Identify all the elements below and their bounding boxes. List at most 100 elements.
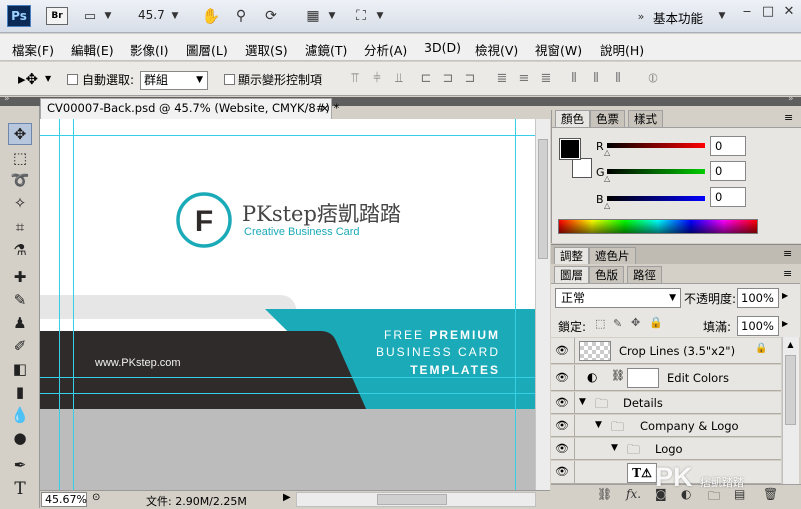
- red-value-field[interactable]: 0: [710, 136, 746, 156]
- lock-image-icon[interactable]: ✎: [613, 317, 622, 330]
- visibility-eye-icon[interactable]: 👁: [555, 396, 569, 409]
- chevron-down-icon[interactable]: ▼: [373, 6, 387, 26]
- menu-3d[interactable]: 3D(D): [424, 40, 461, 55]
- type-tool-icon[interactable]: T: [8, 478, 32, 500]
- brush-tool-icon[interactable]: ✎: [8, 289, 32, 311]
- history-brush-tool-icon[interactable]: ✐: [8, 335, 32, 357]
- opacity-field[interactable]: 100%: [737, 288, 779, 308]
- link-layers-icon[interactable]: ⛓: [597, 487, 612, 501]
- tab-swatches[interactable]: 色票: [590, 110, 625, 127]
- slider-handle-icon[interactable]: △: [604, 174, 610, 183]
- blend-mode-dropdown[interactable]: 正常 ▼: [555, 288, 681, 308]
- distribute-vcenter-icon[interactable]: ≡: [516, 72, 532, 86]
- magic-wand-tool-icon[interactable]: ✧: [8, 192, 32, 214]
- visibility-eye-icon[interactable]: 👁: [555, 465, 569, 478]
- layer-row[interactable]: 👁 ◐ ⛓ Edit Colors: [551, 365, 781, 391]
- visibility-eye-icon[interactable]: 👁: [555, 442, 569, 455]
- slider-handle-icon[interactable]: △: [604, 201, 610, 210]
- visibility-eye-icon[interactable]: 👁: [555, 419, 569, 432]
- chevron-down-icon[interactable]: ▼: [325, 6, 339, 26]
- new-group-icon[interactable]: 🗀: [708, 487, 720, 508]
- document-tab[interactable]: CV00007-Back.psd @ 45.7% (Website, CMYK/…: [40, 98, 339, 119]
- panel-menu-icon[interactable]: ≡: [784, 111, 793, 124]
- close-document-icon[interactable]: ×: [320, 99, 330, 118]
- zoom-tool-icon[interactable]: ⚲: [230, 6, 252, 26]
- move-tool-preset-icon[interactable]: ▸✥: [18, 70, 38, 88]
- distribute-bottom-icon[interactable]: ≣: [538, 72, 554, 86]
- layer-group-row[interactable]: 👁 ▼ 🗀 Details: [551, 392, 781, 414]
- scrollbar-thumb[interactable]: [538, 139, 548, 259]
- blue-slider[interactable]: [607, 196, 705, 201]
- align-left-icon[interactable]: ⊏: [418, 72, 434, 86]
- scrollbar-thumb[interactable]: [785, 355, 796, 425]
- chevron-down-icon[interactable]: ▼: [715, 6, 729, 26]
- document-canvas[interactable]: F PKstep痞凱踏踏 Creative Business Card www.…: [40, 119, 550, 490]
- tab-color[interactable]: 顏色: [555, 110, 590, 127]
- view-extras-icon[interactable]: ▭: [80, 6, 100, 26]
- canvas-horizontal-scrollbar[interactable]: [296, 492, 536, 507]
- eraser-tool-icon[interactable]: ◧: [8, 358, 32, 380]
- panel-menu-icon[interactable]: ≡: [783, 267, 792, 280]
- layer-style-icon[interactable]: fx.: [626, 487, 641, 501]
- align-hcenter-icon[interactable]: ⊐: [440, 72, 456, 86]
- menu-window[interactable]: 視窗(W): [535, 40, 582, 59]
- dodge-tool-icon[interactable]: ●: [8, 427, 32, 449]
- gradient-tool-icon[interactable]: ▮: [8, 381, 32, 403]
- align-top-icon[interactable]: ⫪: [347, 72, 363, 86]
- auto-select-checkbox[interactable]: [67, 74, 78, 85]
- tab-styles[interactable]: 樣式: [628, 110, 663, 127]
- show-transform-checkbox[interactable]: [224, 74, 235, 85]
- distribute-hcenter-icon[interactable]: ⦀: [588, 72, 604, 86]
- menu-edit[interactable]: 編輯(E): [71, 40, 114, 59]
- maximize-button[interactable]: □: [757, 4, 779, 22]
- eyedropper-tool-icon[interactable]: ⚗: [8, 239, 32, 261]
- distribute-left-icon[interactable]: ⦀: [566, 72, 582, 86]
- healing-brush-tool-icon[interactable]: ✚: [8, 266, 32, 288]
- blue-value-field[interactable]: 0: [710, 187, 746, 207]
- layer-group-row[interactable]: 👁 ▼ 🗀 Logo: [551, 438, 781, 460]
- menu-select[interactable]: 選取(S): [245, 40, 288, 59]
- layers-scrollbar[interactable]: ▲: [782, 337, 799, 485]
- visibility-eye-icon[interactable]: 👁: [555, 344, 569, 357]
- scroll-up-icon[interactable]: ▲: [783, 337, 798, 352]
- collapse-arrows-icon[interactable]: »: [788, 94, 794, 104]
- tab-adjustments[interactable]: 調整: [554, 247, 589, 264]
- close-button[interactable]: ✕: [778, 4, 800, 22]
- lasso-tool-icon[interactable]: ➰: [8, 169, 32, 191]
- chevron-down-icon[interactable]: ▼: [45, 74, 51, 83]
- slider-handle-icon[interactable]: △: [604, 148, 610, 157]
- group-expand-arrow-icon[interactable]: ▼: [611, 443, 618, 453]
- group-expand-arrow-icon[interactable]: ▼: [579, 397, 586, 407]
- screen-mode-icon[interactable]: ⛶: [350, 6, 372, 26]
- tab-paths[interactable]: 路徑: [627, 266, 662, 283]
- auto-select-dropdown[interactable]: 群組 ▼: [140, 71, 208, 90]
- clone-stamp-tool-icon[interactable]: ♟: [8, 312, 32, 334]
- move-tool-icon[interactable]: ✥: [8, 123, 32, 145]
- fill-field[interactable]: 100%: [737, 316, 779, 336]
- foreground-color-swatch[interactable]: [559, 138, 581, 160]
- status-menu-arrow-icon[interactable]: ▶: [283, 492, 291, 503]
- tab-channels[interactable]: 色版: [589, 266, 624, 283]
- guide-horizontal[interactable]: [40, 377, 535, 378]
- group-expand-arrow-icon[interactable]: ▼: [595, 420, 602, 430]
- crop-tool-icon[interactable]: ⌗: [8, 216, 32, 238]
- red-slider[interactable]: [607, 143, 705, 148]
- layer-group-row[interactable]: 👁 ▼ 🗀 Company & Logo: [551, 415, 781, 437]
- background-color-swatch[interactable]: [572, 158, 592, 178]
- guide-horizontal[interactable]: [40, 393, 535, 394]
- guide-horizontal[interactable]: [40, 135, 535, 136]
- tab-masks[interactable]: 遮色片: [589, 247, 636, 264]
- menu-view[interactable]: 檢視(V): [475, 40, 518, 59]
- menu-analysis[interactable]: 分析(A): [364, 40, 407, 59]
- canvas-vertical-scrollbar[interactable]: [535, 119, 550, 490]
- status-zoom-field[interactable]: 45.67%: [41, 492, 87, 507]
- status-options-icon[interactable]: ⊙: [92, 492, 100, 503]
- rotate-view-icon[interactable]: ⟳: [260, 6, 282, 26]
- fill-slider-arrow-icon[interactable]: ▶: [782, 319, 788, 328]
- menu-layer[interactable]: 圖層(L): [186, 40, 228, 59]
- menu-image[interactable]: 影像(I): [130, 40, 168, 59]
- panel-menu-icon[interactable]: ≡: [783, 247, 792, 260]
- expand-arrows-icon[interactable]: »: [4, 94, 10, 104]
- visibility-eye-icon[interactable]: 👁: [555, 371, 569, 384]
- auto-align-icon[interactable]: ⦶: [645, 72, 661, 86]
